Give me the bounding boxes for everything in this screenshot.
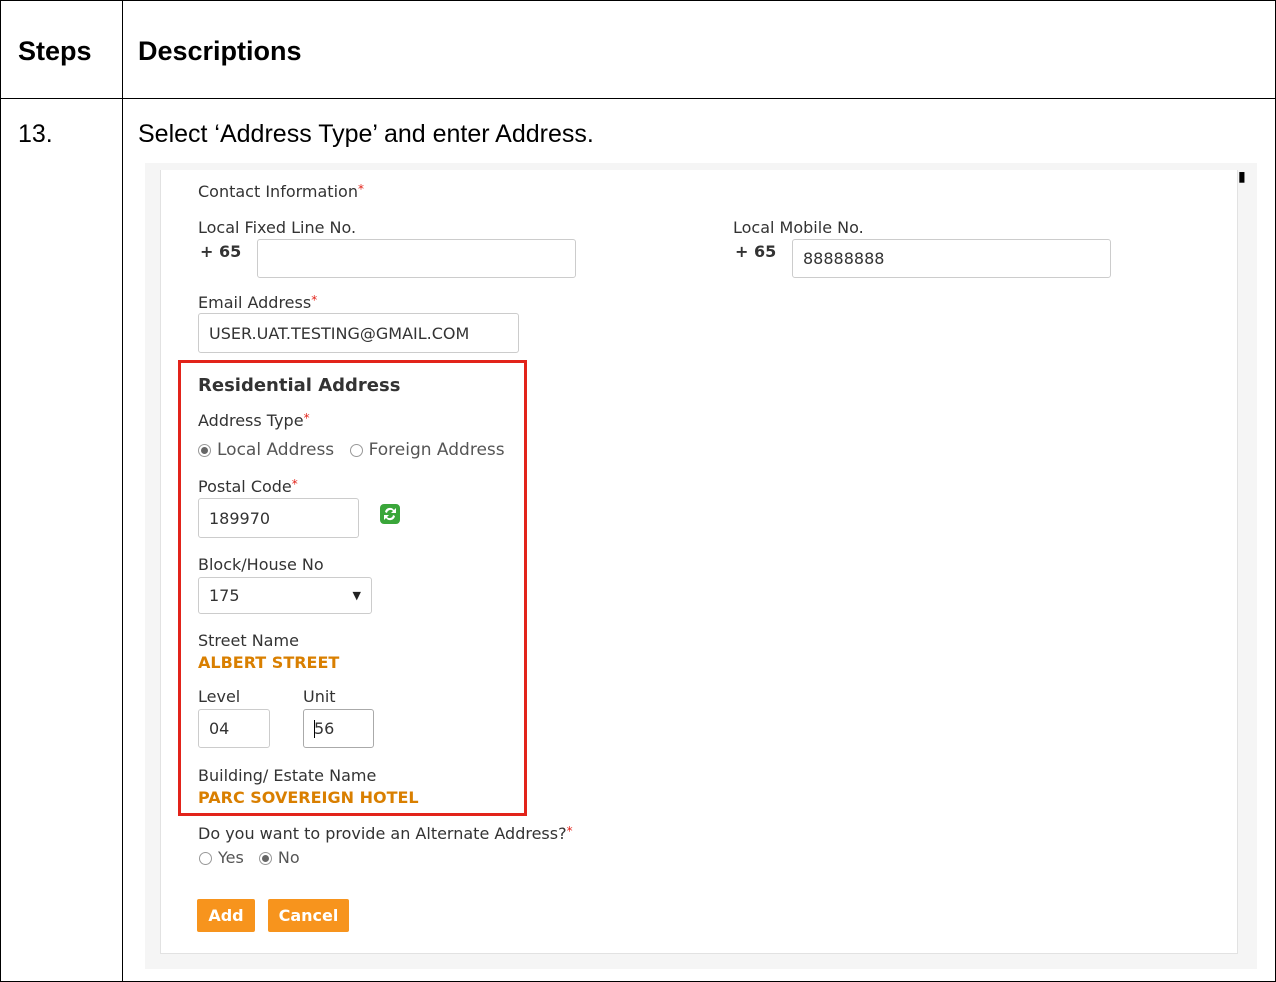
address-type-options: Local Address Foreign Address [198,440,505,460]
refresh-icon[interactable] [379,503,401,525]
alt-yes-radio[interactable] [199,852,212,865]
scrollbar-marker-icon[interactable]: ▮ [1238,166,1246,188]
level-input[interactable]: 04 [198,709,270,748]
address-type-label: Address Type* [198,411,310,430]
step-number: 13. [18,120,53,148]
local-address-radio[interactable] [198,443,211,457]
building-label: Building/ Estate Name [198,766,377,785]
cancel-button[interactable]: Cancel [268,899,349,932]
email-input[interactable]: USER.UAT.TESTING@GMAIL.COM [198,313,519,353]
alt-no-radio[interactable] [258,852,272,865]
foreign-address-label: Foreign Address [368,440,505,460]
mobile-label: Local Mobile No. [733,218,864,237]
mobile-prefix: + 65 [735,242,777,261]
header-steps: Steps [18,36,92,66]
email-label: Email Address* [198,293,318,312]
block-select[interactable]: 175 ▼ [198,577,372,614]
alternate-address-question: Do you want to provide an Alternate Addr… [198,824,573,843]
alt-no-label: No [277,848,300,867]
street-label: Street Name [198,631,299,650]
block-label: Block/House No [198,555,324,574]
postal-code-input[interactable]: 189970 [198,498,359,538]
postal-code-label: Postal Code* [198,477,298,496]
street-value: ALBERT STREET [198,653,340,672]
fixed-line-prefix: + 65 [200,242,242,261]
unit-input-value: 56 [314,719,335,738]
alt-yes-label: Yes [218,848,244,867]
building-value: PARC SOVEREIGN HOTEL [198,788,419,807]
unit-label: Unit [303,687,336,706]
unit-input[interactable]: 56 [303,709,374,748]
residential-address-title: Residential Address [198,375,401,396]
fixed-line-label: Local Fixed Line No. [198,218,357,237]
block-select-value: 175 [209,586,240,605]
alternate-address-options: Yes No [199,848,300,867]
foreign-address-radio[interactable] [349,443,363,457]
step-description: Select ‘Address Type’ and enter Address. [138,120,594,148]
mobile-input[interactable]: 88888888 [792,239,1111,278]
fixed-line-input[interactable] [257,239,576,278]
local-address-label: Local Address [217,440,335,460]
contact-info-label: Contact Information* [198,182,364,201]
add-button[interactable]: Add [197,899,255,932]
dropdown-arrow-icon: ▼ [352,589,361,602]
level-label: Level [198,687,241,706]
header-descriptions: Descriptions [138,36,302,66]
